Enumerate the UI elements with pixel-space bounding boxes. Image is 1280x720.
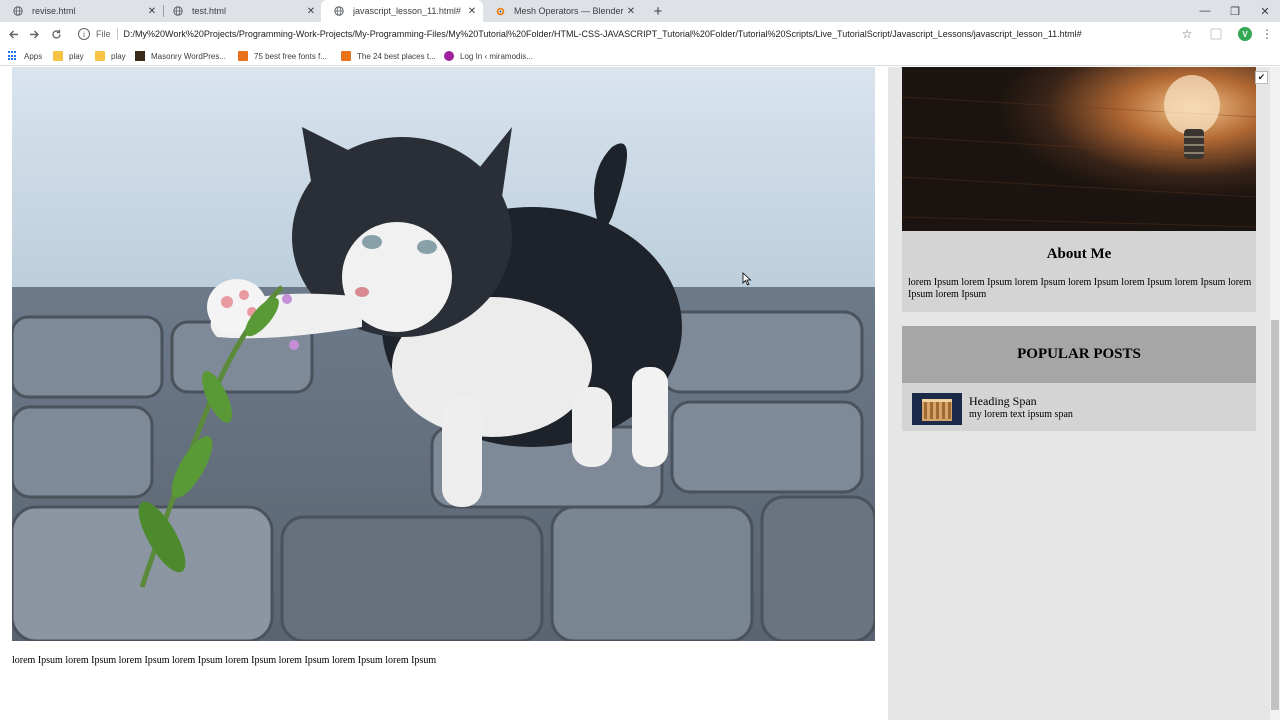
about-text: lorem Ipsum lorem Ipsum lorem Ipsum lore… — [908, 277, 1252, 300]
close-icon[interactable]: ✕ — [626, 6, 636, 17]
bookmark-label: Apps — [24, 51, 43, 61]
popular-post-item[interactable]: Heading Span my lorem text ipsum span — [902, 383, 1256, 431]
globe-icon — [334, 6, 344, 16]
url-text[interactable]: D:/My%20Work%20Projects/Programming-Work… — [124, 29, 1180, 39]
reload-icon[interactable] — [48, 26, 64, 42]
scrollbar-thumb[interactable] — [1271, 320, 1279, 710]
bookmark-play[interactable]: play — [53, 49, 84, 63]
close-icon[interactable]: ✕ — [306, 6, 316, 17]
close-window-button[interactable]: ✕ — [1250, 0, 1280, 22]
tab-title: Mesh Operators — Blender Pyth — [514, 6, 626, 16]
info-icon[interactable]: i — [78, 28, 90, 40]
bookmark-label: The 24 best places t... — [357, 51, 436, 61]
restore-button[interactable]: ❐ — [1220, 0, 1250, 22]
extension-icon[interactable] — [1209, 27, 1223, 41]
site-icon — [444, 51, 454, 61]
bookmark-play-2[interactable]: play — [95, 49, 126, 63]
bookmark-label: Log In ‹ miramodis... — [460, 51, 533, 61]
tab-strip: revise.html ✕ test.html ✕ javascript_les… — [0, 0, 1280, 22]
apps-grid-icon — [8, 51, 18, 61]
bookmark-places[interactable]: The 24 best places t... — [341, 49, 436, 63]
post-thumbnail — [912, 393, 962, 425]
folder-icon — [95, 51, 105, 61]
close-icon[interactable]: ✕ — [467, 6, 477, 17]
vertical-scrollbar[interactable] — [1270, 67, 1280, 720]
blender-icon — [495, 6, 505, 16]
tab-test[interactable]: test.html ✕ — [160, 0, 322, 22]
bookmark-label: play — [69, 51, 84, 61]
globe-icon — [173, 6, 183, 16]
main-caption: lorem Ipsum lorem Ipsum lorem Ipsum lore… — [12, 655, 437, 666]
folder-icon — [53, 51, 63, 61]
star-icon[interactable]: ☆ — [1180, 27, 1194, 41]
site-icon — [341, 51, 351, 61]
site-icon — [238, 51, 248, 61]
tab-title: revise.html — [32, 6, 76, 16]
main-column: lorem Ipsum lorem Ipsum lorem Ipsum lore… — [0, 67, 888, 720]
tab-revise[interactable]: revise.html ✕ — [0, 0, 163, 22]
bookmark-masonry[interactable]: Masonry WordPres... — [135, 49, 226, 63]
popular-posts-header: POPULAR POSTS — [902, 326, 1256, 383]
back-arrow-icon[interactable] — [5, 26, 21, 42]
globe-icon — [13, 6, 23, 16]
forward-arrow-icon[interactable] — [26, 26, 42, 42]
bookmark-label: 75 best free fonts f... — [254, 51, 327, 61]
post-title[interactable]: Heading Span — [969, 394, 1037, 409]
close-icon[interactable]: ✕ — [147, 6, 157, 17]
more-menu-icon[interactable]: ⋮ — [1261, 27, 1273, 41]
mouse-cursor-icon — [742, 272, 752, 286]
address-bar[interactable]: i File D:/My%20Work%20Projects/Programmi… — [70, 23, 1200, 45]
site-icon — [135, 51, 145, 61]
kitten-image — [12, 67, 875, 641]
tab-mesh-operators[interactable]: Mesh Operators — Blender Pyth ✕ — [482, 0, 642, 22]
divider — [116, 28, 118, 40]
avatar[interactable]: V — [1238, 27, 1252, 41]
tab-title: javascript_lesson_11.html# — [353, 6, 461, 16]
bookmark-label: play — [111, 51, 126, 61]
bookmark-login[interactable]: Log In ‹ miramodis... — [444, 49, 533, 63]
minimize-button[interactable]: — — [1190, 0, 1220, 22]
bookmark-apps[interactable]: Apps — [8, 49, 42, 63]
bookmarks-bar: Apps play play Masonry WordPres... 75 be… — [0, 46, 1280, 66]
tab-javascript-lesson[interactable]: javascript_lesson_11.html# ✕ — [321, 0, 483, 22]
scheme-label: File — [96, 29, 111, 39]
lightbulb-image — [902, 67, 1256, 231]
about-title: About Me — [1046, 246, 1112, 262]
page-viewport: lorem Ipsum lorem Ipsum lorem Ipsum lore… — [0, 67, 1270, 720]
about-card: About Me lorem Ipsum lorem Ipsum lorem I… — [902, 67, 1256, 312]
checkmark-icon[interactable]: ✔ — [1255, 71, 1268, 84]
bookmark-fonts[interactable]: 75 best free fonts f... — [238, 49, 327, 63]
bookmark-label: Masonry WordPres... — [151, 51, 226, 61]
sidebar: About Me lorem Ipsum lorem Ipsum lorem I… — [888, 67, 1270, 720]
browser-toolbar: i File D:/My%20Work%20Projects/Programmi… — [0, 22, 1280, 46]
plus-icon[interactable]: + — [650, 3, 666, 20]
post-text: my lorem text ipsum span — [969, 409, 1073, 420]
tab-title: test.html — [192, 6, 227, 16]
